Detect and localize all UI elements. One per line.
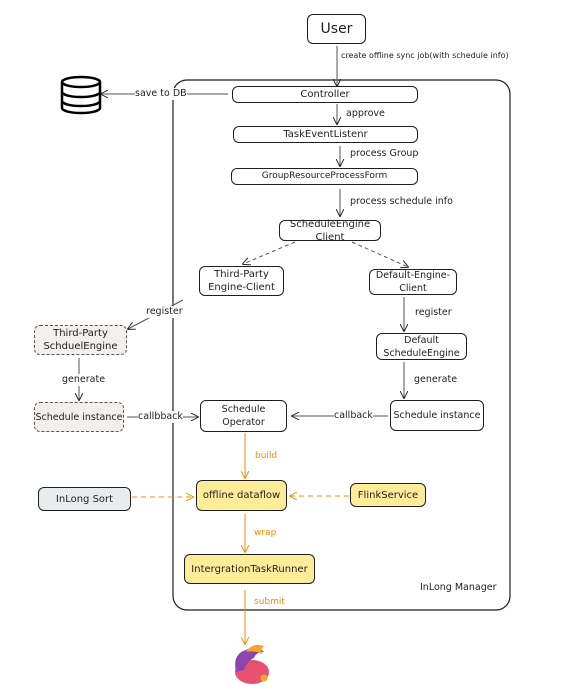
inlong-manager-label: InLong Manager — [420, 582, 497, 593]
group-resource-process-form-node: GroupResourceProcessForm — [231, 168, 418, 185]
flink-service-node: FlinkService — [350, 483, 426, 507]
edge-to-third-party-client — [243, 241, 296, 264]
edge-to-default-client — [351, 241, 408, 267]
default-engine-client-node: Default-Engine-Client — [369, 269, 457, 295]
edge-label-callback-right: callback — [334, 410, 373, 422]
schedule-operator-node: Schedule Operator — [200, 400, 287, 432]
edge-label-generate-left: generate — [62, 374, 106, 386]
database-icon — [60, 75, 102, 115]
edge-label-register-right: register — [415, 307, 452, 319]
third-party-engine-client-node: Third-Party Engine-Client — [199, 266, 284, 296]
schedule-instance-left-node: Schedule instance — [34, 402, 124, 432]
edge-label-register-left: register — [146, 306, 183, 318]
architecture-diagram: User create offline sync job(with schedu… — [0, 0, 562, 695]
integration-task-runner-node: IntergrationTaskRunner — [184, 554, 315, 584]
edge-label-submit: submit — [254, 596, 285, 608]
edge-label-build: build — [255, 450, 278, 462]
edge-label-create-job: create offline sync job(with schedule in… — [341, 50, 509, 62]
default-schedule-engine-node: Default ScheduleEngine — [376, 333, 467, 360]
controller-node: Controller — [232, 86, 418, 103]
edge-label-callback-left: callbback — [138, 411, 183, 423]
schedule-instance-right-node: Schedule instance — [390, 400, 484, 431]
edge-label-approve: approve — [346, 108, 385, 120]
user-node: User — [307, 14, 366, 44]
schedule-engine-client-node: ScheduleEngine Client — [279, 219, 381, 243]
offline-dataflow-node: offline dataflow — [196, 480, 287, 511]
inlong-sort-node: InLong Sort — [38, 487, 131, 511]
edge-label-save-to-db: save to DB — [135, 88, 187, 100]
edge-label-generate-right: generate — [414, 374, 458, 386]
third-party-schedule-engine-node: Third-Party SchduelEngine — [34, 325, 127, 355]
flink-squirrel-logo — [235, 644, 269, 684]
edge-label-process-schedule-info: process schedule info — [350, 196, 453, 208]
edge-label-process-group: process Group — [350, 148, 419, 160]
task-event-listener-node: TaskEventListenr — [233, 126, 418, 143]
edge-label-wrap: wrap — [254, 527, 277, 539]
